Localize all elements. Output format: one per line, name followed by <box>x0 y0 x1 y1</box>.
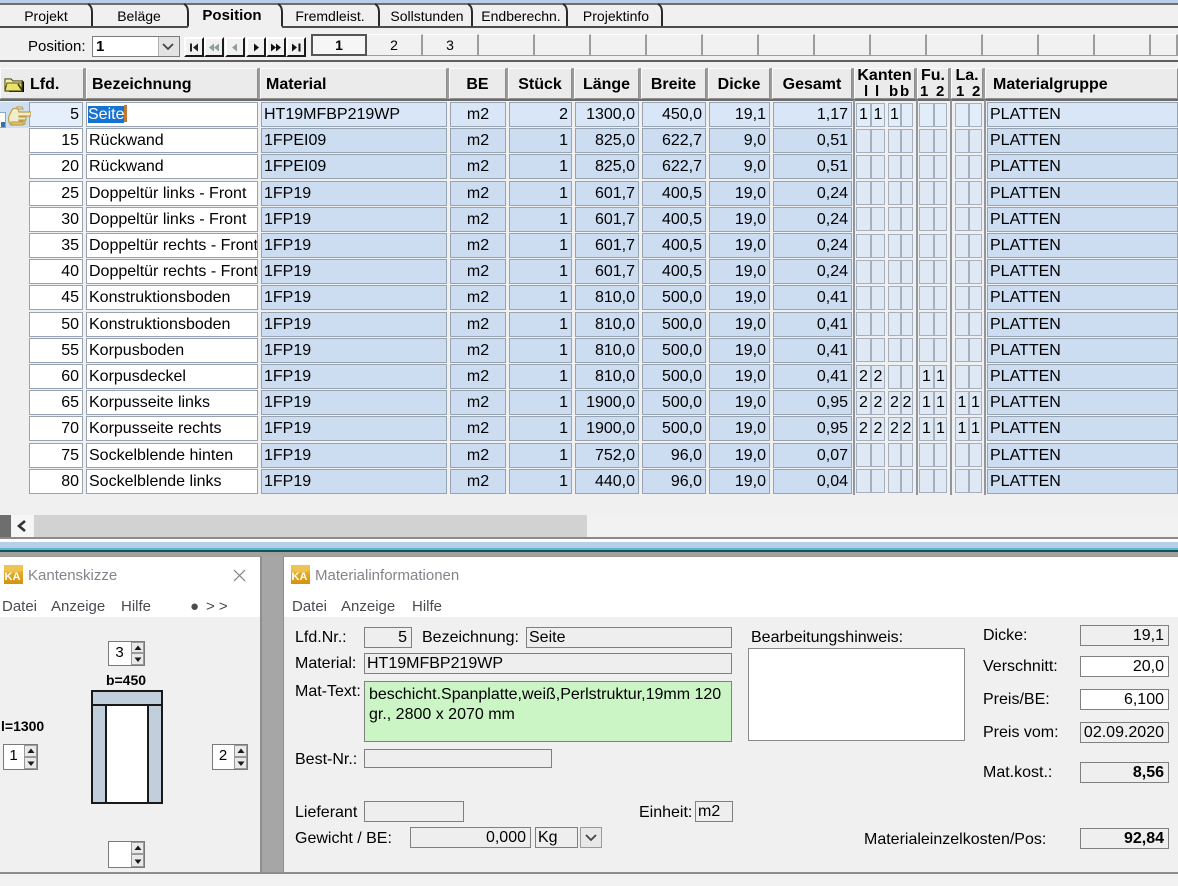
svg-text:KA: KA <box>5 571 21 583</box>
svg-text:KA: KA <box>292 571 308 583</box>
